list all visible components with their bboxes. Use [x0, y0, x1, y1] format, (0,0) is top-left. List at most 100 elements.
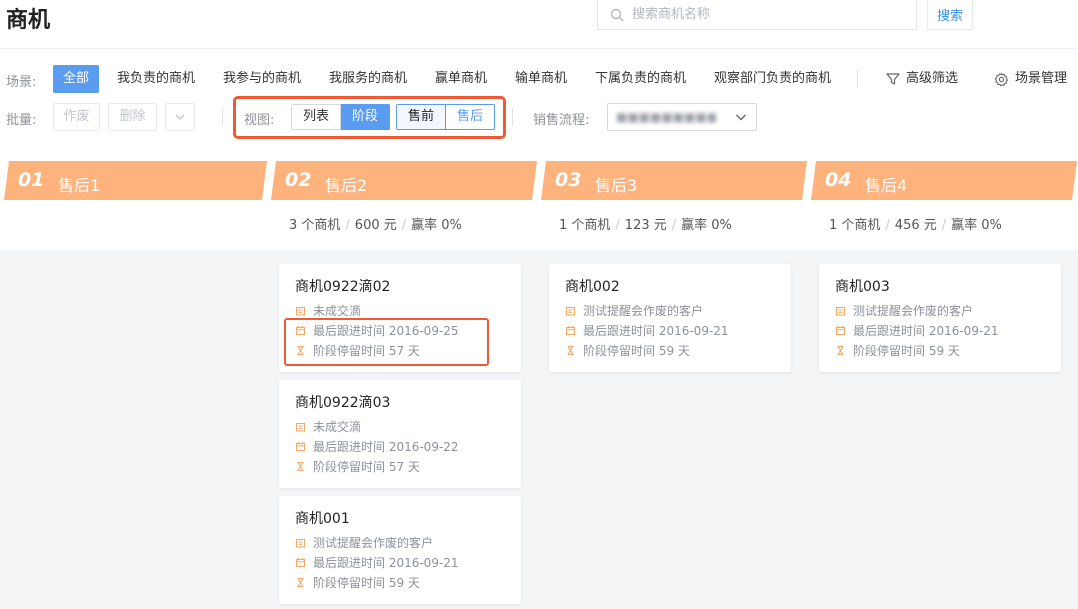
search-box[interactable] — [597, 0, 917, 30]
card-last-follow: 最后跟进时间 2016-09-21 — [295, 554, 459, 571]
batch-more-dropdown[interactable] — [165, 103, 195, 131]
phase-switch: 售前 售后 — [396, 104, 496, 130]
stage-header-2: 02 售后2 — [271, 161, 537, 200]
scene-all[interactable]: 全部 — [53, 65, 100, 93]
stage-board-header: 01 售后1 02 售后2 03 售后3 04 售后4 3 个商机/600 元 /… — [0, 140, 1078, 250]
card-last-follow: 最后跟进时间 2016-09-21 — [565, 322, 729, 339]
card-last-follow: 最后跟进时间 2016-09-22 — [295, 438, 459, 455]
hourglass-icon — [297, 577, 304, 588]
opportunity-card[interactable]: 商机001 测试提醒会作废的客户 最后跟进时间 2016-09-21 阶段停留时… — [279, 496, 521, 604]
advanced-filter-button[interactable]: 高级筛选 — [886, 65, 958, 93]
opportunity-amount: 456 元 — [894, 218, 937, 233]
building-icon — [565, 306, 576, 316]
win-rate: 赢率 0% — [681, 218, 732, 233]
scene-subordinate[interactable]: 下属负责的商机 — [585, 65, 696, 93]
calendar-icon — [295, 326, 306, 336]
hourglass-icon — [567, 345, 574, 356]
chevron-down-icon — [175, 114, 185, 120]
opportunity-title[interactable]: 商机0922滴03 — [295, 392, 390, 412]
card-customer: 测试提醒会作废的客户 — [295, 534, 433, 551]
card-stay-time: 阶段停留时间 59 天 — [295, 574, 420, 591]
stage-name: 售后2 — [325, 176, 368, 195]
view-label: 视图: — [244, 113, 275, 128]
opportunity-amount: 600 元 — [354, 218, 397, 233]
win-rate: 赢率 0% — [951, 218, 1002, 233]
divider — [512, 108, 513, 126]
stage-number: 04 — [825, 169, 852, 191]
stage-number: 01 — [18, 169, 45, 191]
card-customer: 测试提醒会作废的客户 — [565, 302, 703, 319]
building-icon — [295, 306, 306, 316]
stage-stats-4: 1 个商机/456 元 / 赢率 0% — [829, 218, 1002, 233]
win-rate: 赢率 0% — [411, 218, 462, 233]
card-last-follow: 最后跟进时间 2016-09-25 — [295, 322, 459, 339]
batch-label: 批量: — [6, 113, 37, 128]
opportunity-count: 1 个商机 — [829, 218, 881, 233]
building-icon — [295, 538, 306, 548]
opportunity-title[interactable]: 商机001 — [295, 508, 350, 528]
filter-bar: 场景: 全部 我负责的商机 我参与的商机 我服务的商机 赢单商机 输单商机 下属… — [0, 48, 1078, 140]
advanced-filter-label: 高级筛选 — [906, 71, 959, 86]
opportunity-card[interactable]: 商机0922滴03 未成交滴 最后跟进时间 2016-09-22 阶段停留时间 … — [279, 380, 521, 488]
stage-number: 03 — [555, 169, 582, 191]
gear-icon — [994, 72, 1009, 86]
card-stay-time: 阶段停留时间 59 天 — [835, 342, 960, 359]
scene-my-participated[interactable]: 我参与的商机 — [213, 65, 311, 93]
scene-label: 场景: — [6, 75, 37, 90]
scene-manage-label: 场景管理 — [1015, 71, 1068, 86]
sales-flow-label: 销售流程: — [533, 113, 590, 128]
building-icon — [835, 306, 846, 316]
opportunity-card[interactable]: 商机002 测试提醒会作废的客户 最后跟进时间 2016-09-21 阶段停留时… — [549, 264, 791, 372]
opportunity-title[interactable]: 商机002 — [565, 276, 620, 296]
scene-my-served[interactable]: 我服务的商机 — [319, 65, 417, 93]
phase-aftersale-option[interactable]: 售后 — [446, 104, 496, 130]
scene-my-responsible[interactable]: 我负责的商机 — [107, 65, 205, 93]
sales-flow-value: ■■■■■■■■■... — [616, 110, 716, 124]
divider — [222, 108, 223, 126]
scene-observed-department[interactable]: 观察部门负责的商机 — [704, 65, 841, 93]
search-icon — [610, 8, 624, 21]
top-bar: 商机 搜索 — [0, 0, 1078, 48]
calendar-icon — [295, 558, 306, 568]
search-input[interactable] — [632, 7, 892, 22]
sales-flow-select[interactable]: ■■■■■■■■■... — [607, 103, 757, 131]
view-list-option[interactable]: 列表 — [291, 104, 342, 130]
opportunity-card[interactable]: 商机003 测试提醒会作废的客户 最后跟进时间 2016-09-21 阶段停留时… — [819, 264, 1061, 372]
scene-lost[interactable]: 输单商机 — [505, 65, 577, 93]
calendar-icon — [295, 442, 306, 452]
opportunity-amount: 123 元 — [624, 218, 667, 233]
stage-name: 售后3 — [595, 176, 638, 195]
view-stage-option[interactable]: 阶段 — [341, 104, 391, 130]
opportunity-count: 3 个商机 — [289, 218, 341, 233]
filter-icon — [886, 73, 900, 85]
divider — [857, 70, 858, 88]
view-switch: 列表 阶段 — [291, 104, 391, 130]
opportunity-title[interactable]: 商机003 — [835, 276, 890, 296]
card-stay-time: 阶段停留时间 57 天 — [295, 458, 420, 475]
hourglass-icon — [837, 345, 844, 356]
stage-header-4: 04 售后4 — [811, 161, 1077, 200]
opportunity-card[interactable]: 商机0922滴02 未成交滴 最后跟进时间 2016-09-25 阶段停留时间 … — [279, 264, 521, 372]
void-button[interactable]: 作废 — [53, 103, 100, 131]
card-customer: 未成交滴 — [295, 418, 361, 435]
stage-name: 售后4 — [865, 176, 908, 195]
phase-presale-option[interactable]: 售前 — [396, 104, 447, 130]
scene-row: 场景: 全部 我负责的商机 我参与的商机 我服务的商机 赢单商机 输单商机 下属… — [0, 65, 1078, 93]
calendar-icon — [835, 326, 846, 336]
stage-stats-2: 3 个商机/600 元 / 赢率 0% — [289, 218, 462, 233]
stage-number: 02 — [285, 169, 312, 191]
card-last-follow: 最后跟进时间 2016-09-21 — [835, 322, 999, 339]
stage-name: 售后1 — [58, 176, 101, 195]
delete-button[interactable]: 删除 — [108, 103, 157, 131]
toolbar-row: 批量: 作废 删除 视图: 列表 阶段 售前 售后 销售流程: ■■■■■■■■… — [0, 103, 1078, 131]
opportunity-count: 1 个商机 — [559, 218, 611, 233]
page-title: 商机 — [6, 8, 51, 33]
stage-stats-3: 1 个商机/123 元 / 赢率 0% — [559, 218, 732, 233]
stage-header-3: 03 售后3 — [541, 161, 807, 200]
card-stay-time: 阶段停留时间 59 天 — [565, 342, 690, 359]
scene-manage-button[interactable]: 场景管理 — [994, 65, 1067, 93]
building-icon — [295, 422, 306, 432]
scene-won[interactable]: 赢单商机 — [425, 65, 497, 93]
opportunity-title[interactable]: 商机0922滴02 — [295, 276, 390, 296]
search-button[interactable]: 搜索 — [927, 0, 973, 30]
